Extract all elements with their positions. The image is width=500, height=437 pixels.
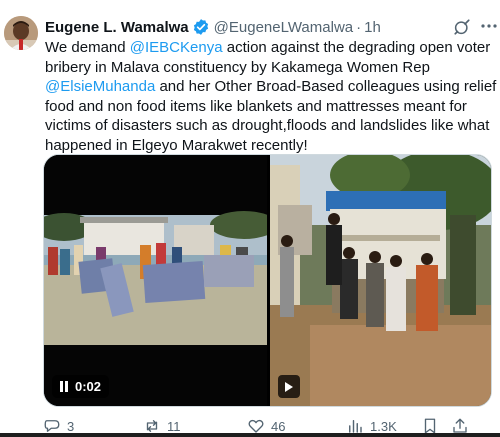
tweet-text-part: We demand bbox=[45, 39, 130, 56]
video-player[interactable]: 0:02 bbox=[44, 155, 267, 406]
video-time: 0:02 bbox=[75, 379, 102, 394]
media-grid: 0:02 bbox=[43, 154, 492, 407]
views-count: 1.3K bbox=[370, 418, 397, 434]
more-icon[interactable] bbox=[480, 17, 498, 35]
verified-badge-icon bbox=[193, 19, 208, 35]
reply-count: 3 bbox=[67, 418, 75, 434]
like-count: 46 bbox=[271, 418, 286, 434]
repost-count: 11 bbox=[167, 418, 181, 434]
avatar-image bbox=[4, 16, 38, 50]
tweet-timestamp[interactable]: 1h bbox=[364, 19, 381, 36]
window-bottom-edge bbox=[0, 433, 500, 437]
mention-link-iebc[interactable]: @IEBCKenya bbox=[130, 39, 223, 56]
avatar[interactable] bbox=[4, 16, 38, 50]
video-frame bbox=[44, 155, 267, 406]
author-handle[interactable]: @EugeneLWamalwa bbox=[214, 19, 353, 36]
tweet[interactable]: Eugene L. Wamalwa @EugeneLWamalwa · 1h W… bbox=[0, 0, 500, 437]
video-timestamp-badge: 0:02 bbox=[52, 375, 110, 398]
pause-icon[interactable] bbox=[60, 381, 69, 392]
author-name[interactable]: Eugene L. Wamalwa bbox=[45, 19, 189, 36]
tweet-header: Eugene L. Wamalwa @EugeneLWamalwa · 1h bbox=[45, 17, 381, 37]
play-button[interactable] bbox=[278, 375, 300, 398]
play-icon bbox=[285, 381, 293, 392]
tweet-text: We demand @IEBCKenya action against the … bbox=[45, 38, 497, 155]
lorry-photo bbox=[270, 155, 491, 406]
header-separator: · bbox=[356, 18, 362, 36]
mention-link-elsie[interactable]: @ElsieMuhanda bbox=[45, 78, 155, 95]
grok-icon[interactable] bbox=[453, 18, 471, 36]
media-image[interactable] bbox=[270, 155, 491, 406]
